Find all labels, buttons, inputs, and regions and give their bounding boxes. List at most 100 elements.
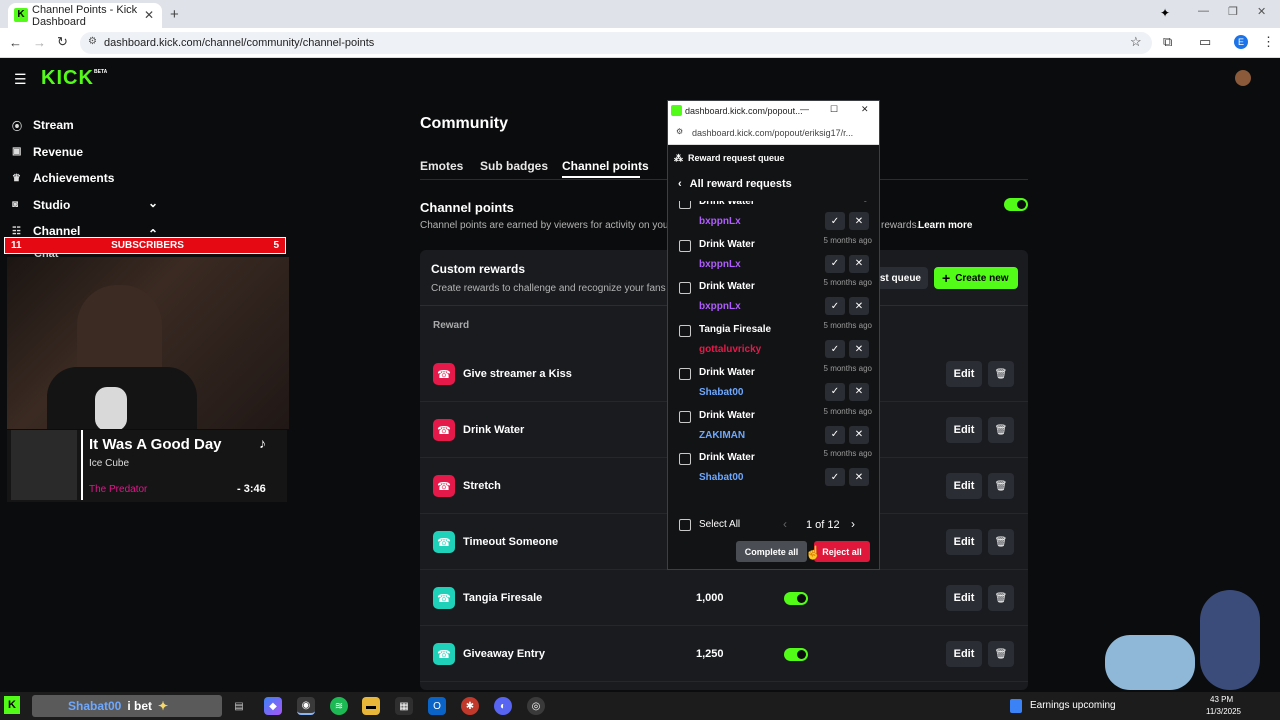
sidebar-item-achievements[interactable]: ♛ Achievements [12, 165, 162, 191]
request-checkbox[interactable] [679, 239, 691, 252]
edit-reward-button[interactable]: Edit [946, 361, 982, 387]
chevron-left-icon: ‹ [678, 178, 682, 190]
sidepanel-icon[interactable]: ▭ [1199, 34, 1211, 50]
delete-icon[interactable]: 🗑 [988, 585, 1014, 611]
new-tab-button[interactable]: + [170, 6, 179, 23]
reject-x-icon[interactable]: ✕ [849, 254, 869, 273]
request-checkbox[interactable] [679, 410, 691, 423]
earnings-widget[interactable]: Earnings upcoming [1030, 700, 1116, 711]
complete-check-icon[interactable]: ✓ [825, 212, 845, 230]
task-view-icon[interactable]: ▤ [230, 697, 248, 715]
restore-icon[interactable]: ❐ [1228, 5, 1238, 18]
chrome-icon[interactable]: ◉ [297, 697, 315, 715]
select-all-checkbox[interactable] [679, 519, 691, 531]
delete-icon[interactable]: 🗑 [988, 641, 1014, 667]
request-username[interactable]: Shabat00 [699, 387, 743, 398]
complete-check-icon[interactable]: ✓ [825, 468, 845, 487]
kick-logo[interactable]: KICK [41, 67, 94, 90]
request-username[interactable]: ZAKIMAN [699, 430, 745, 441]
reject-x-icon[interactable]: ✕ [849, 212, 869, 230]
reload-icon[interactable]: ↻ [57, 34, 68, 50]
request-checkbox[interactable] [679, 282, 691, 295]
request-checkbox[interactable] [679, 201, 691, 209]
bookmark-star-icon[interactable]: ☆ [1130, 34, 1142, 50]
reject-all-button[interactable]: Reject all [814, 541, 870, 562]
reward-enabled-toggle[interactable] [784, 592, 808, 605]
request-time: 5 months ago [824, 201, 872, 202]
complete-check-icon[interactable]: ✓ [825, 425, 845, 444]
browser-tab[interactable]: K Channel Points - Kick Dashboard ✕ [8, 3, 162, 28]
complete-check-icon[interactable]: ✓ [825, 297, 845, 316]
request-username[interactable]: gottaluvricky [699, 344, 761, 355]
reject-x-icon[interactable]: ✕ [849, 425, 869, 444]
discord-icon[interactable]: ◐ [494, 697, 512, 715]
reject-x-icon[interactable]: ✕ [849, 340, 869, 359]
complete-all-button[interactable]: Complete all [736, 541, 807, 562]
learn-more-link[interactable]: Learn more [918, 220, 972, 231]
back-all-requests[interactable]: ‹ All reward requests [678, 178, 792, 190]
clock-time[interactable]: 43 PM [1210, 695, 1233, 704]
request-username[interactable]: bxppnLx [699, 216, 741, 227]
minimize-icon[interactable]: — [800, 104, 809, 114]
hamburger-menu-icon[interactable]: ☰ [14, 71, 27, 88]
tab-emotes[interactable]: Emotes [420, 159, 463, 173]
browser-menu-icon[interactable]: ⋮ [1262, 34, 1275, 50]
channel-points-toggle[interactable] [1004, 198, 1028, 211]
gemini-icon[interactable]: ✦ [1160, 6, 1170, 20]
edit-reward-button[interactable]: Edit [946, 641, 982, 667]
tab-channel-points[interactable]: Channel points [562, 159, 649, 173]
delete-icon[interactable]: 🗑 [988, 529, 1014, 555]
request-checkbox[interactable] [679, 325, 691, 338]
forward-arrow-icon[interactable]: → [33, 35, 46, 50]
delete-icon[interactable]: 🗑 [988, 417, 1014, 443]
sidebar-item-studio[interactable]: ◙ Studio ⌄ [12, 191, 162, 218]
reject-x-icon[interactable]: ✕ [849, 468, 869, 487]
complete-check-icon[interactable]: ✓ [825, 254, 845, 273]
obs-icon[interactable]: ◎ [527, 697, 545, 715]
clock-date[interactable]: 11/3/2025 [1206, 707, 1241, 716]
earnings-widget-icon[interactable] [1010, 699, 1022, 713]
edit-reward-button[interactable]: Edit [946, 585, 982, 611]
reject-x-icon[interactable]: ✕ [849, 382, 869, 401]
copilot-icon[interactable]: ◆ [264, 697, 282, 715]
url-field[interactable]: ⚙ dashboard.kick.com/channel/community/c… [80, 32, 1152, 54]
maximize-icon[interactable]: ☐ [830, 104, 838, 115]
chevron-down-icon[interactable]: ⌄ [148, 196, 158, 210]
prev-page-icon[interactable]: ‹ [783, 517, 787, 531]
delete-icon[interactable]: 🗑 [988, 361, 1014, 387]
site-info-icon[interactable]: ⚙ [88, 36, 97, 47]
app-icon-red[interactable]: ✱ [461, 697, 479, 715]
tab-close-icon[interactable]: ✕ [144, 8, 154, 22]
edit-reward-button[interactable]: Edit [946, 529, 982, 555]
request-username[interactable]: Shabat00 [699, 472, 743, 483]
popout-url-bar[interactable]: ⚙ dashboard.kick.com/popout/eriksig17/r.… [668, 121, 879, 145]
edit-reward-button[interactable]: Edit [946, 473, 982, 499]
reject-x-icon[interactable]: ✕ [849, 297, 869, 316]
tab-sub-badges[interactable]: Sub badges [480, 159, 548, 173]
profile-avatar[interactable]: E [1234, 35, 1248, 49]
edit-reward-button[interactable]: Edit [946, 417, 982, 443]
extensions-icon[interactable]: ⧉ [1163, 34, 1172, 50]
sidebar-item-stream[interactable]: ⦿ Stream [12, 112, 162, 138]
user-avatar[interactable] [1235, 70, 1251, 86]
spotify-icon[interactable]: ≋ [330, 697, 348, 715]
close-icon[interactable]: ✕ [861, 104, 869, 115]
request-checkbox[interactable] [679, 453, 691, 466]
store-icon[interactable]: ▦ [395, 697, 413, 715]
back-arrow-icon[interactable]: ← [9, 35, 22, 50]
request-queue-button[interactable]: est queue [872, 267, 928, 289]
request-checkbox[interactable] [679, 367, 691, 380]
request-username[interactable]: bxppnLx [699, 301, 741, 312]
reward-enabled-toggle[interactable] [784, 648, 808, 661]
file-explorer-icon[interactable]: ▬ [362, 697, 380, 715]
next-page-icon[interactable]: › [851, 517, 855, 531]
outlook-icon[interactable]: O [428, 697, 446, 715]
window-close-icon[interactable]: ✕ [1257, 5, 1266, 18]
complete-check-icon[interactable]: ✓ [825, 340, 845, 359]
create-new-button[interactable]: + Create new [934, 267, 1018, 289]
sidebar-item-revenue[interactable]: ▣ Revenue [12, 138, 162, 165]
delete-icon[interactable]: 🗑 [988, 473, 1014, 499]
request-username[interactable]: bxppnLx [699, 259, 741, 270]
minimize-icon[interactable]: — [1198, 5, 1209, 17]
complete-check-icon[interactable]: ✓ [825, 382, 845, 401]
